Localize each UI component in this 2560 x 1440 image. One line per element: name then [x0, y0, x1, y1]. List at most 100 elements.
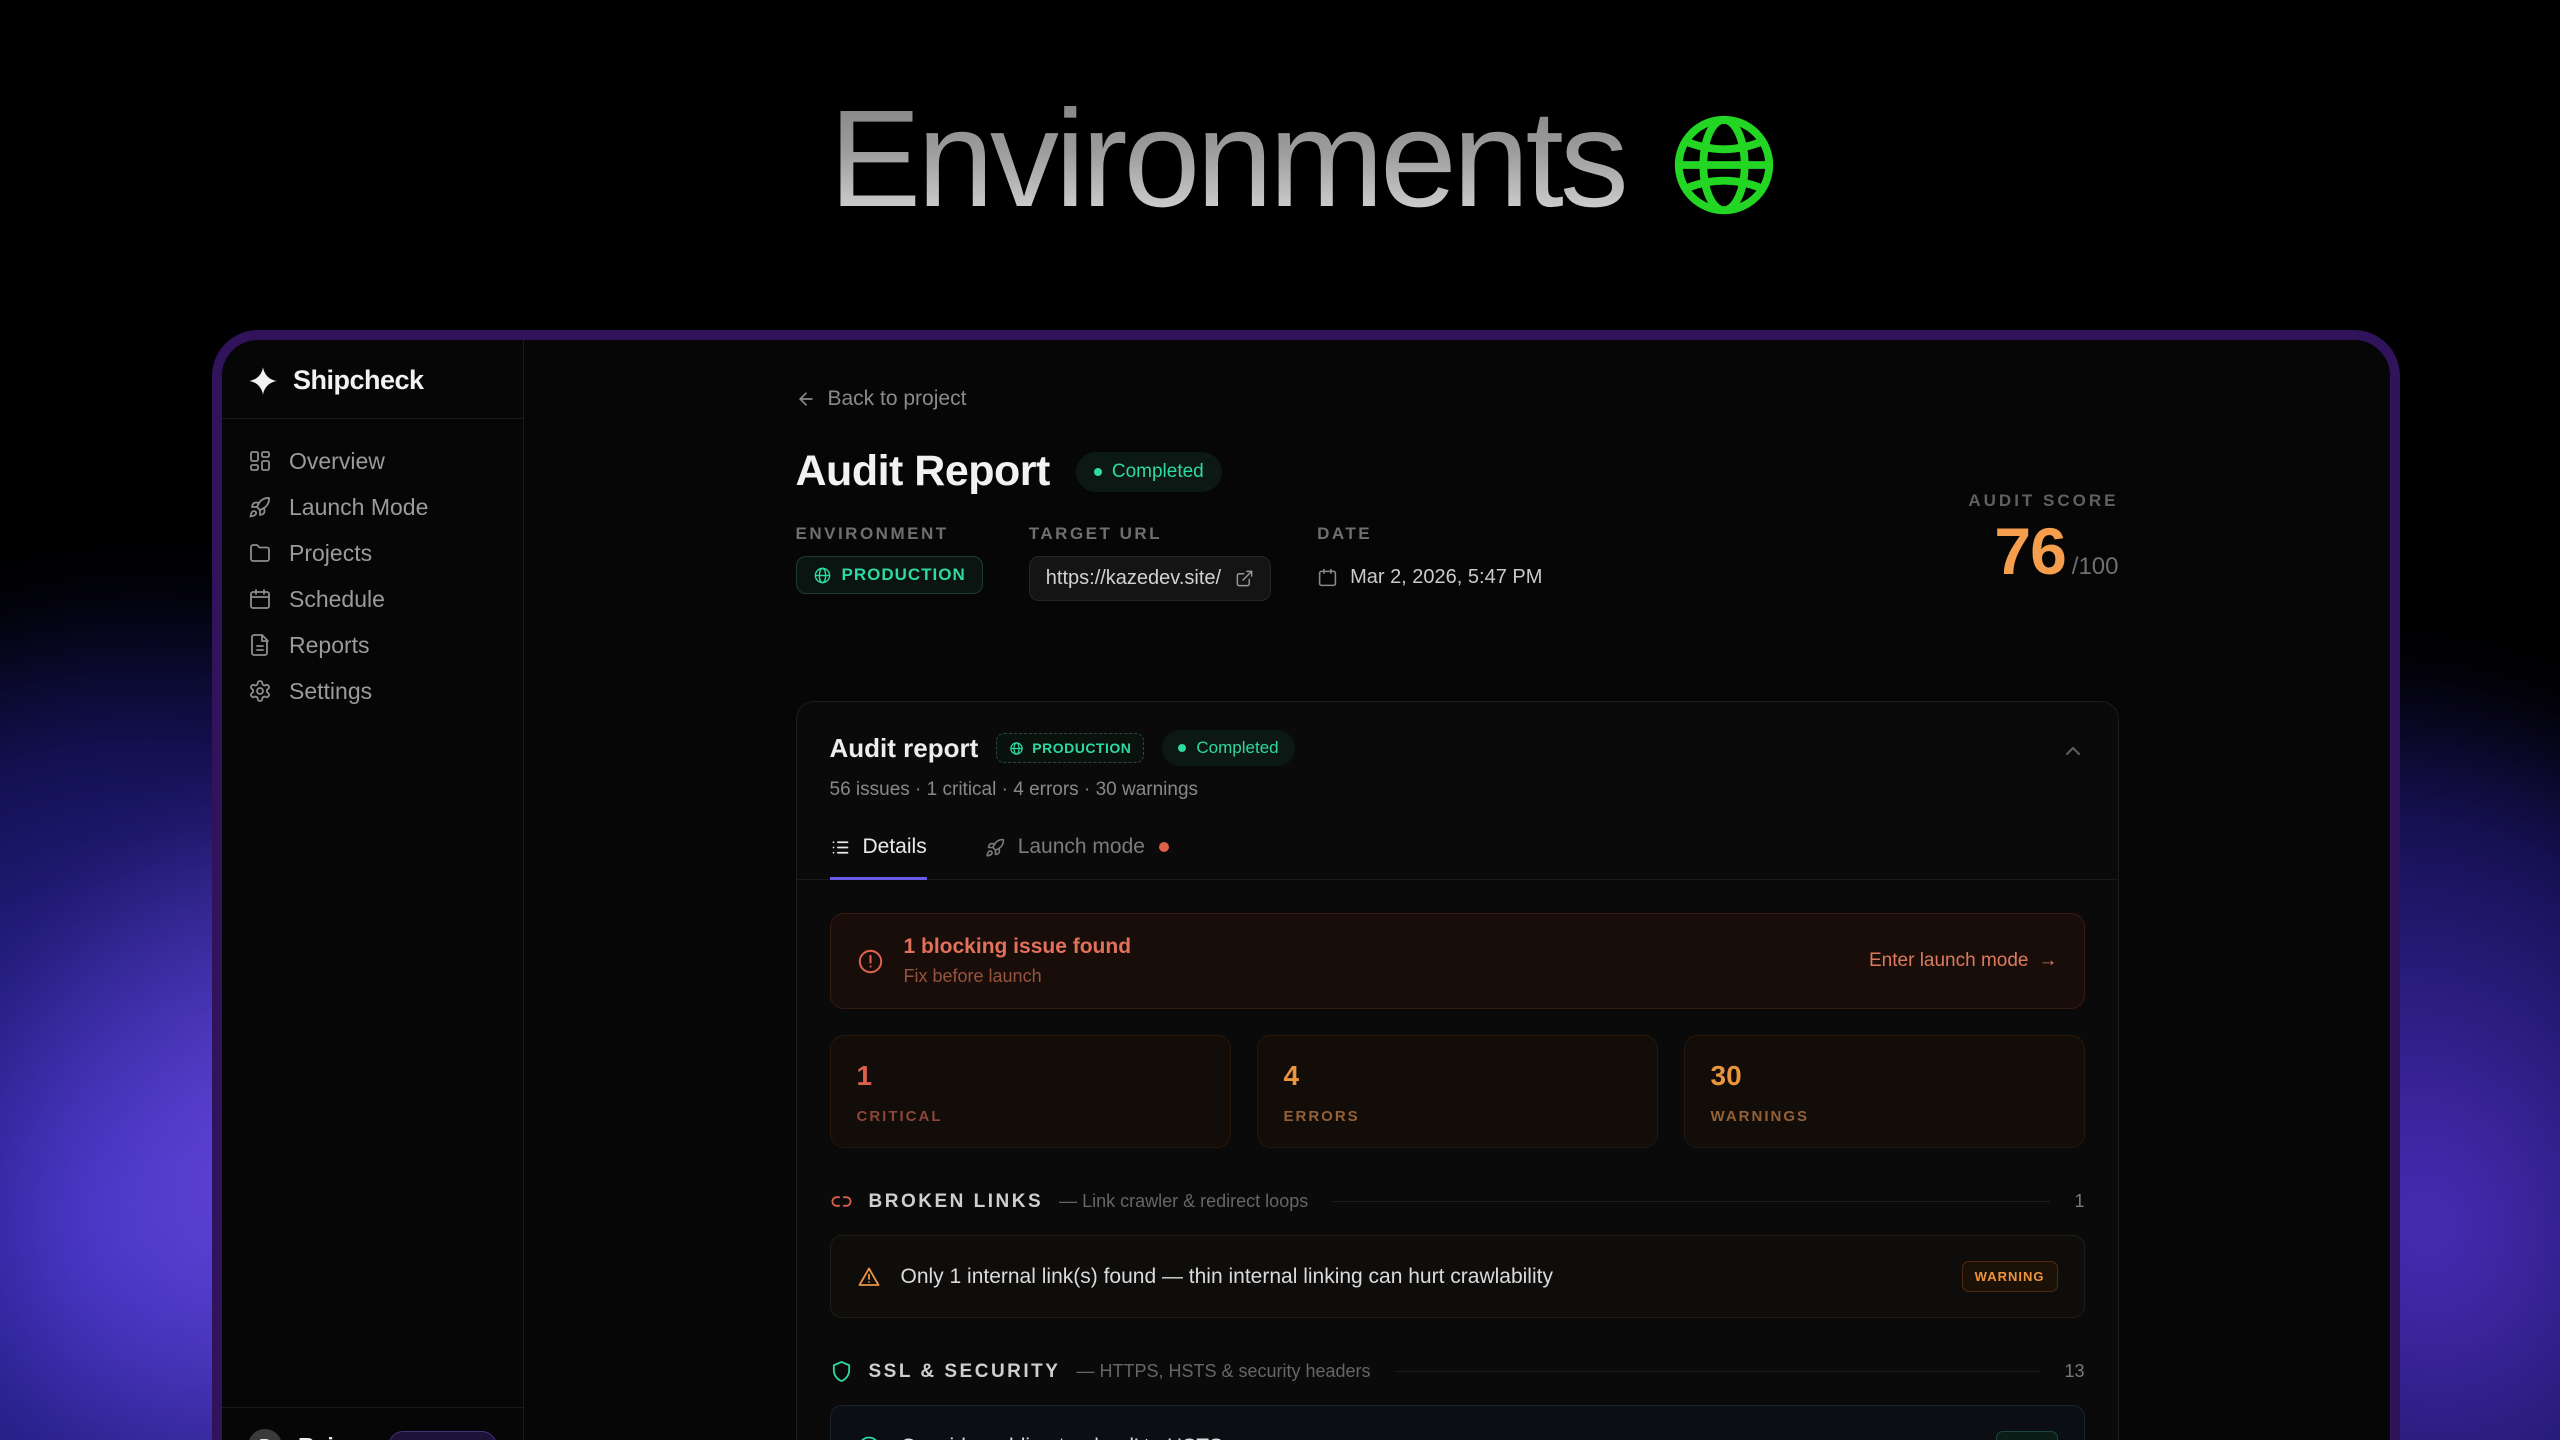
status-dot: [1094, 468, 1102, 476]
environment-label: ENVIRONMENT: [796, 524, 983, 544]
meta-environment: ENVIRONMENT PRODUCTION: [796, 524, 983, 594]
audit-score-value: 76: [1994, 513, 2065, 589]
section-title: SSL & SECURITY: [869, 1361, 1061, 1383]
section-ssl-security: SSL & SECURITY — HTTPS, HSTS & security …: [830, 1360, 2085, 1383]
sparkle-logo-icon: [248, 366, 278, 396]
page-header: Audit Report Completed ENVIRONMENT: [796, 447, 2119, 601]
section-title: BROKEN LINKS: [869, 1191, 1044, 1213]
chevron-up-icon[interactable]: [2061, 740, 2085, 764]
globe-icon: [813, 566, 832, 585]
sidebar-item-projects[interactable]: Projects: [248, 537, 497, 569]
sidebar-item-label: Schedule: [289, 586, 385, 613]
sidebar-item-label: Projects: [289, 540, 372, 567]
tab-content: 1 blocking issue found Fix before launch…: [797, 880, 2118, 1440]
sidebar-item-label: Launch Mode: [289, 494, 428, 521]
rocket-icon: [248, 495, 272, 519]
meta-row: ENVIRONMENT PRODUCTION TARGET URL: [796, 524, 2119, 601]
tab-bar: Details Launch mode: [797, 835, 2118, 880]
info-circle-icon: [857, 1435, 881, 1440]
card-title: Audit report: [830, 733, 979, 764]
sidebar-item-reports[interactable]: Reports: [248, 629, 497, 661]
issue-text: Only 1 internal link(s) found — thin int…: [901, 1265, 1553, 1289]
screenshot-stage: Environments Shipcheck: [0, 0, 2560, 1440]
rocket-icon: [985, 837, 1006, 858]
sidebar-item-launch-mode[interactable]: Launch Mode: [248, 491, 497, 523]
issue-row[interactable]: Only 1 internal link(s) found — thin int…: [830, 1235, 2085, 1318]
section-divider: [1332, 1201, 2050, 1202]
enter-launch-mode-link[interactable]: Enter launch mode →: [1869, 950, 2058, 972]
audit-score: AUDIT SCORE 76 /100: [1968, 491, 2118, 589]
hero-header: Environments: [212, 84, 2400, 236]
stat-value: 1: [857, 1060, 1204, 1092]
avatar: R: [248, 1429, 282, 1440]
alert-circle-icon: [857, 948, 884, 975]
folder-icon: [248, 541, 272, 565]
card-header: Audit report PRODUCTION Completed: [797, 702, 2118, 801]
target-url-link[interactable]: https://kazedev.site/: [1029, 556, 1271, 601]
shield-icon: [830, 1360, 853, 1383]
sidebar-item-overview[interactable]: Overview: [248, 445, 497, 477]
list-icon: [830, 837, 851, 858]
sidebar-item-schedule[interactable]: Schedule: [248, 583, 497, 615]
audit-score-label: AUDIT SCORE: [1968, 491, 2118, 511]
founder-badge: FOUNDER: [388, 1431, 497, 1440]
main-area: Back to project Audit Report Completed E…: [524, 340, 2390, 1440]
alert-text: 1 blocking issue found Fix before launch: [904, 935, 1132, 987]
dashboard-grid-icon: [248, 449, 272, 473]
warning-triangle-icon: [857, 1265, 881, 1289]
arrow-left-icon: [796, 389, 816, 409]
arrow-right-icon: →: [2039, 950, 2058, 972]
stat-value: 30: [1711, 1060, 2058, 1092]
section-broken-links: BROKEN LINKS — Link crawler & redirect l…: [830, 1190, 2085, 1213]
sidebar-item-label: Settings: [289, 678, 372, 705]
stat-label: CRITICAL: [857, 1108, 1204, 1125]
alert-subtitle: Fix before launch: [904, 966, 1132, 987]
globe-icon: [1665, 106, 1783, 224]
blocking-issue-alert: 1 blocking issue found Fix before launch…: [830, 913, 2085, 1009]
back-to-project-link[interactable]: Back to project: [796, 387, 2119, 411]
card-status-badge: Completed: [1162, 730, 1294, 766]
document-icon: [248, 633, 272, 657]
calendar-icon: [1317, 567, 1338, 588]
stat-value: 4: [1284, 1060, 1631, 1092]
meta-date: DATE Mar 2, 2026, 5:47 PM: [1317, 524, 1542, 589]
issue-row[interactable]: Consider adding ‘preload’ to HSTS INFO: [830, 1405, 2085, 1440]
globe-icon: [1009, 741, 1024, 756]
environment-badge: PRODUCTION: [796, 556, 983, 594]
meta-target-url: TARGET URL https://kazedev.site/: [1029, 524, 1271, 601]
date-value: Mar 2, 2026, 5:47 PM: [1317, 556, 1542, 589]
app-window: Shipcheck Overview Launch Mode: [212, 330, 2400, 1440]
status-badge: Completed: [1076, 452, 1222, 492]
severity-badge: WARNING: [1962, 1261, 2058, 1292]
sidebar-nav: Overview Launch Mode Projects: [222, 419, 523, 733]
gear-icon: [248, 679, 272, 703]
stat-warnings: 30 WARNINGS: [1684, 1035, 2085, 1148]
tab-launch-mode[interactable]: Launch mode: [985, 835, 1169, 880]
hero-title: Environments: [829, 84, 1625, 236]
stat-critical: 1 CRITICAL: [830, 1035, 1231, 1148]
stat-errors: 4 ERRORS: [1257, 1035, 1658, 1148]
sidebar-item-label: Overview: [289, 448, 385, 475]
stat-label: WARNINGS: [1711, 1108, 2058, 1125]
alert-dot: [1159, 842, 1169, 852]
alert-title: 1 blocking issue found: [904, 935, 1132, 959]
sidebar-item-label: Reports: [289, 632, 370, 659]
issue-text: Consider adding ‘preload’ to HSTS: [901, 1435, 1224, 1440]
page-title: Audit Report: [796, 447, 1050, 496]
severity-badge: INFO: [1996, 1431, 2057, 1440]
section-divider: [1395, 1371, 2041, 1372]
sidebar-item-settings[interactable]: Settings: [248, 675, 497, 707]
brand-name: Shipcheck: [293, 365, 424, 396]
calendar-icon: [248, 587, 272, 611]
stat-label: ERRORS: [1284, 1108, 1631, 1125]
tab-details[interactable]: Details: [830, 835, 927, 880]
section-subtitle: — HTTPS, HSTS & security headers: [1076, 1361, 1370, 1382]
stats-row: 1 CRITICAL 4 ERRORS 30 WARNINGS: [830, 1035, 2085, 1148]
section-count: 1: [2074, 1191, 2084, 1212]
status-dot: [1178, 744, 1186, 752]
sidebar-user[interactable]: R Raj FOUNDER: [222, 1407, 523, 1440]
date-label: DATE: [1317, 524, 1542, 544]
target-url-label: TARGET URL: [1029, 524, 1271, 544]
broken-link-icon: [830, 1190, 853, 1213]
production-badge: PRODUCTION: [996, 733, 1144, 763]
